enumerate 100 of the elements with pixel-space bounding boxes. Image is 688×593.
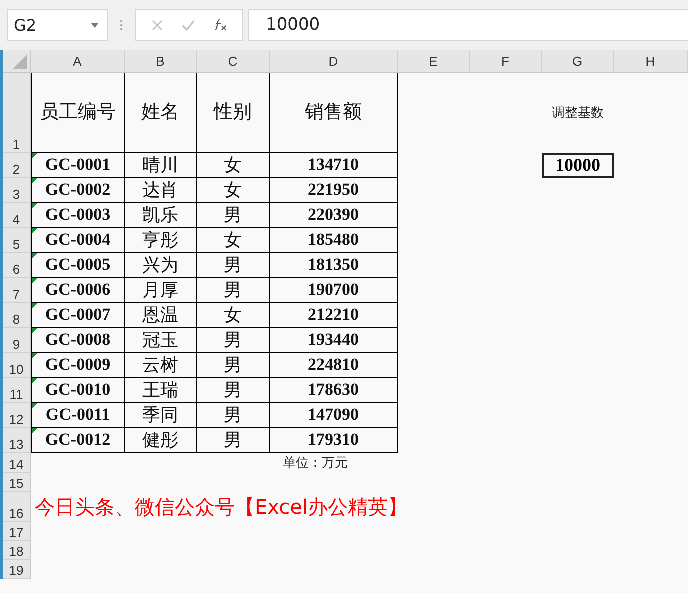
- function-icon[interactable]: [214, 19, 226, 31]
- formula-field[interactable]: 10000: [248, 9, 688, 41]
- row-header[interactable]: 7: [3, 278, 31, 303]
- error-indicator-icon: [32, 428, 38, 434]
- row-header[interactable]: 5: [3, 228, 31, 253]
- check-icon[interactable]: [182, 20, 194, 30]
- table-cell: 女: [197, 178, 270, 203]
- table-cell: 181350: [270, 253, 398, 278]
- table-cell: 达肖: [125, 178, 197, 203]
- row-header[interactable]: 3: [3, 178, 31, 203]
- table-cell: 134710: [270, 153, 398, 178]
- cancel-icon[interactable]: [152, 20, 162, 30]
- error-indicator-icon: [32, 303, 38, 309]
- select-all-icon[interactable]: [13, 55, 27, 69]
- row-header[interactable]: 1: [3, 73, 31, 153]
- column-header[interactable]: H: [614, 50, 688, 72]
- table-cell: 恩温: [125, 303, 197, 328]
- row-header[interactable]: 11: [3, 378, 31, 403]
- table-cell: 212210: [270, 303, 398, 328]
- label-cell-text: 调整基数: [552, 105, 604, 122]
- row-header[interactable]: 12: [3, 403, 31, 428]
- table-cell: 男: [197, 253, 270, 278]
- banner-text: 今日头条、微信公众号【Excel办公精英】: [34, 494, 409, 520]
- row-header[interactable]: 8: [3, 303, 31, 328]
- table-cell: 性别: [197, 73, 270, 153]
- table-cell: 销售额: [270, 73, 398, 153]
- table-cell: GC-0001: [31, 153, 125, 178]
- error-indicator-icon: [32, 278, 38, 284]
- table-cell: 221950: [270, 178, 398, 203]
- table-cell: 晴川: [125, 153, 197, 178]
- row-header[interactable]: 2: [3, 153, 31, 178]
- table-cell: 月厚: [125, 278, 197, 303]
- column-header[interactable]: G: [542, 50, 614, 72]
- table-cell: 王瑞: [125, 378, 197, 403]
- selected-cell[interactable]: 10000: [542, 153, 614, 178]
- error-indicator-icon: [32, 353, 38, 359]
- table-cell: 147090: [270, 403, 398, 428]
- error-indicator-icon: [32, 328, 38, 334]
- row-header[interactable]: 10: [3, 353, 31, 378]
- table-cell: 185480: [270, 228, 398, 253]
- table-cell: 女: [197, 303, 270, 328]
- unit-note: 单位：万元: [283, 455, 348, 472]
- table-cell: GC-0006: [31, 278, 125, 303]
- row-header[interactable]: 16: [3, 492, 31, 522]
- column-header[interactable]: C: [197, 50, 270, 72]
- table-cell: GC-0003: [31, 203, 125, 228]
- table-cell: GC-0010: [31, 378, 125, 403]
- table-cell: 云树: [125, 353, 197, 378]
- table-cell: 员工编号: [31, 73, 125, 153]
- row-header[interactable]: 17: [3, 522, 31, 541]
- table-cell: 凯乐: [125, 203, 197, 228]
- table-cell: 男: [197, 328, 270, 353]
- more-icon: [120, 20, 123, 30]
- table-cell: GC-0004: [31, 228, 125, 253]
- row-header[interactable]: 19: [3, 560, 31, 579]
- column-header[interactable]: F: [470, 50, 542, 72]
- table-cell: 男: [197, 428, 270, 453]
- row-header[interactable]: 9: [3, 328, 31, 353]
- table-cell: 冠玉: [125, 328, 197, 353]
- table-cell: GC-0002: [31, 178, 125, 203]
- error-indicator-icon: [32, 203, 38, 209]
- table-cell: 224810: [270, 353, 398, 378]
- column-header[interactable]: B: [125, 50, 197, 72]
- table-cell: 193440: [270, 328, 398, 353]
- row-header[interactable]: 4: [3, 203, 31, 228]
- table-cell: 男: [197, 278, 270, 303]
- table-cell: GC-0008: [31, 328, 125, 353]
- table-cell: 健彤: [125, 428, 197, 453]
- table-cell: GC-0009: [31, 353, 125, 378]
- table-cell: GC-0005: [31, 253, 125, 278]
- table-cell: GC-0011: [31, 403, 125, 428]
- table-cell: 兴为: [125, 253, 197, 278]
- row-header[interactable]: 18: [3, 541, 31, 560]
- column-header[interactable]: D: [270, 50, 398, 72]
- error-indicator-icon: [32, 378, 38, 384]
- row-header[interactable]: 15: [3, 473, 31, 492]
- table-cell: 女: [197, 153, 270, 178]
- table-cell: 男: [197, 378, 270, 403]
- row-header[interactable]: 6: [3, 253, 31, 278]
- dropdown-icon[interactable]: [91, 22, 99, 28]
- table-cell: 220390: [270, 203, 398, 228]
- table-cell: 季同: [125, 403, 197, 428]
- table-cell: 178630: [270, 378, 398, 403]
- table-cell: GC-0007: [31, 303, 125, 328]
- table-cell: 姓名: [125, 73, 197, 153]
- name-box[interactable]: G2: [7, 9, 108, 41]
- column-header[interactable]: A: [31, 50, 125, 72]
- error-indicator-icon: [32, 228, 38, 234]
- table-cell: 女: [197, 228, 270, 253]
- column-header[interactable]: E: [398, 50, 470, 72]
- table-cell: 179310: [270, 428, 398, 453]
- table-cell: 亨彤: [125, 228, 197, 253]
- error-indicator-icon: [32, 403, 38, 409]
- row-header[interactable]: 13: [3, 428, 31, 453]
- row-header[interactable]: 14: [3, 453, 31, 473]
- error-indicator-icon: [32, 178, 38, 184]
- cell-reference: G2: [14, 16, 37, 34]
- table-cell: 男: [197, 403, 270, 428]
- table-cell: 男: [197, 353, 270, 378]
- error-indicator-icon: [32, 153, 38, 159]
